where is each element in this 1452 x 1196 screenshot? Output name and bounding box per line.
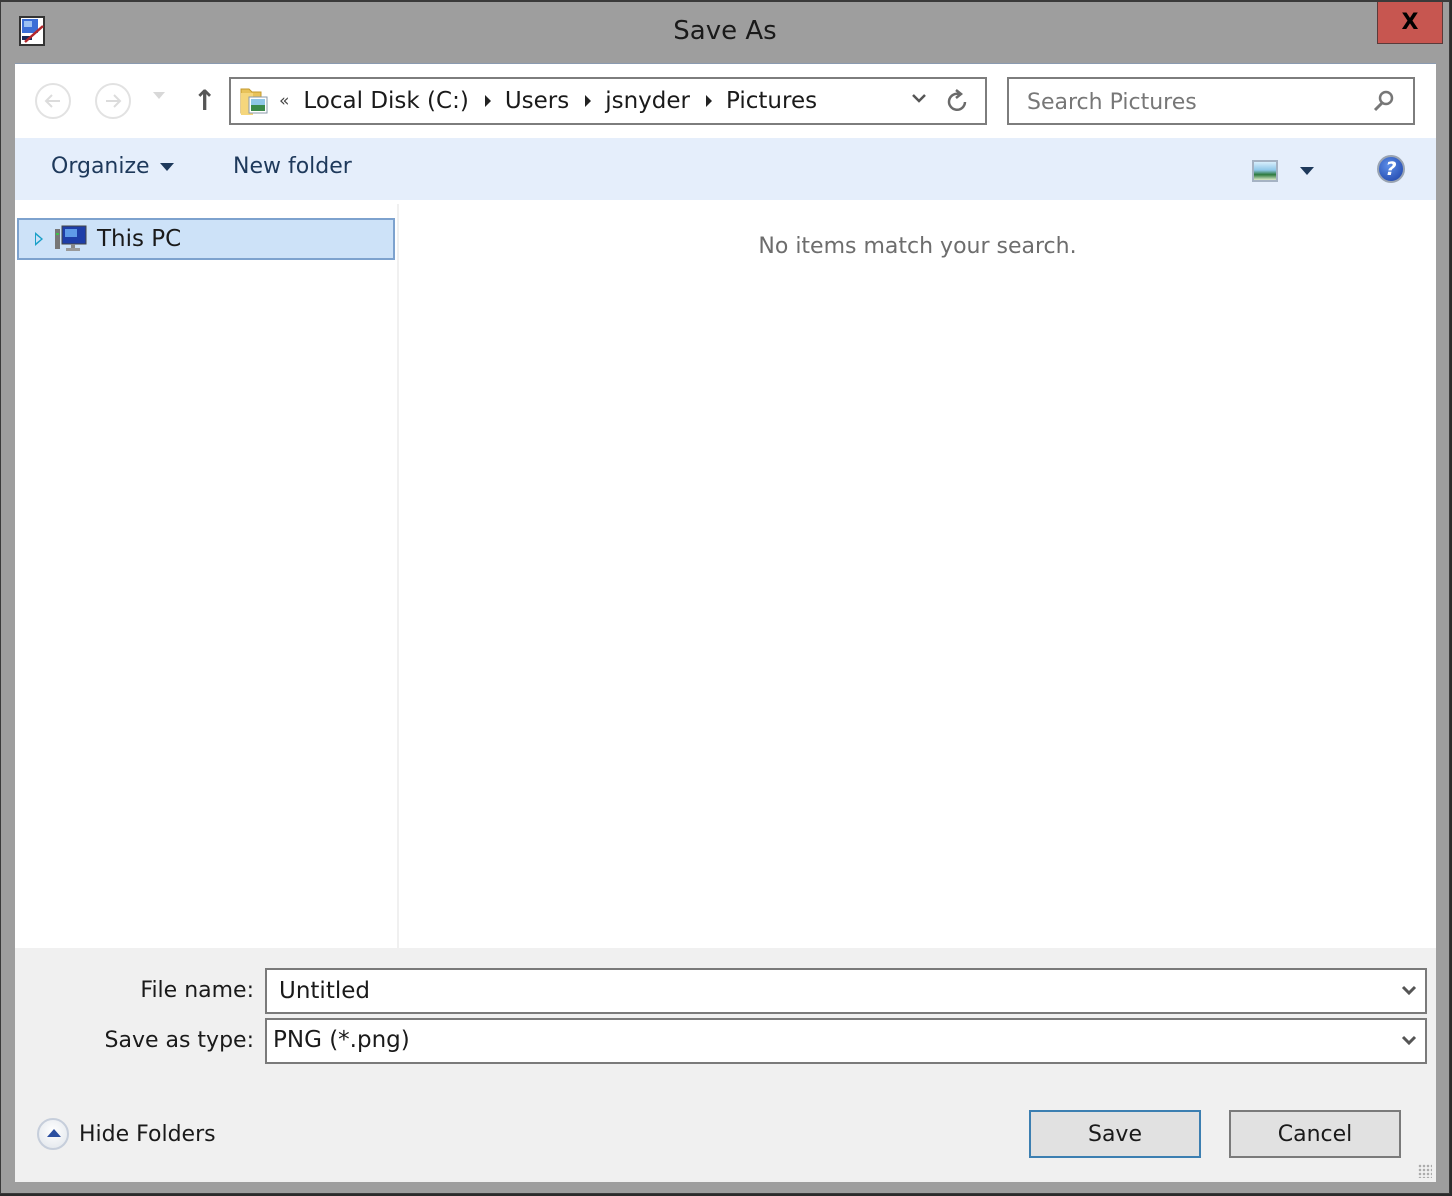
navigation-bar: ↑ « Local Disk (C:) Users jsnyder Pictur… <box>15 64 1436 138</box>
up-button[interactable]: ↑ <box>193 84 216 117</box>
save-type-value: PNG (*.png) <box>273 1027 410 1053</box>
back-arrow-icon <box>44 94 60 108</box>
help-icon[interactable]: ? <box>1377 155 1405 183</box>
tree-item-label: This PC <box>97 226 182 252</box>
hide-folders-label: Hide Folders <box>79 1121 216 1147</box>
view-options-dropdown-icon[interactable] <box>1300 167 1314 175</box>
search-box[interactable] <box>1007 77 1415 125</box>
forward-button[interactable] <box>95 83 131 119</box>
empty-results-message: No items match your search. <box>758 234 1077 259</box>
save-button[interactable]: Save <box>1029 1110 1201 1158</box>
pictures-folder-icon <box>240 88 268 115</box>
navigation-pane: This PC <box>15 200 397 948</box>
window-title: Save As <box>673 16 777 46</box>
file-name-combobox[interactable] <box>265 968 1427 1014</box>
dialog-client: ↑ « Local Disk (C:) Users jsnyder Pictur… <box>15 63 1436 1182</box>
search-input[interactable] <box>1025 87 1359 117</box>
change-view-icon[interactable] <box>1252 160 1278 182</box>
chevron-down-icon[interactable] <box>1401 982 1417 998</box>
search-icon[interactable] <box>1373 89 1395 113</box>
chevron-down-icon <box>159 162 174 171</box>
expand-arrow-icon[interactable] <box>35 232 43 246</box>
organize-menu-button[interactable]: Organize <box>51 154 174 179</box>
organize-label: Organize <box>51 154 150 179</box>
save-options-panel: File name: Save as type: PNG (*.png) Hid… <box>15 948 1436 1182</box>
file-name-input[interactable] <box>277 977 1381 1005</box>
new-folder-button[interactable]: New folder <box>233 154 352 179</box>
collapse-up-icon <box>37 1118 69 1150</box>
close-icon: X <box>1401 10 1419 35</box>
back-button[interactable] <box>35 83 71 119</box>
title-bar[interactable]: Save As X <box>1 2 1449 64</box>
refresh-icon[interactable] <box>945 88 971 116</box>
save-type-select[interactable]: PNG (*.png) <box>265 1018 1427 1064</box>
breadcrumb-separator-icon[interactable] <box>706 95 713 107</box>
resize-grip[interactable] <box>1418 1164 1432 1178</box>
breadcrumb-users[interactable]: Users <box>505 88 569 114</box>
save-type-label: Save as type: <box>104 1028 255 1053</box>
file-list-pane[interactable]: No items match your search. <box>399 200 1436 948</box>
chevron-down-icon[interactable] <box>1401 1032 1417 1048</box>
recent-locations-dropdown[interactable] <box>153 92 165 99</box>
tree-item-this-pc[interactable]: This PC <box>17 218 395 260</box>
hide-folders-button[interactable]: Hide Folders <box>37 1118 216 1150</box>
command-bar: Organize New folder ? <box>15 138 1436 200</box>
address-history-dropdown-icon[interactable] <box>911 90 927 106</box>
address-overflow-chevron[interactable]: « <box>279 91 289 111</box>
breadcrumb-separator-icon[interactable] <box>585 95 592 107</box>
file-name-label: File name: <box>140 978 254 1003</box>
save-as-dialog: Save As X ↑ « Local Disk (C:) Users jsny… <box>0 0 1450 1194</box>
breadcrumb-separator-icon[interactable] <box>484 95 491 107</box>
breadcrumb-local-disk[interactable]: Local Disk (C:) <box>303 88 468 114</box>
forward-arrow-icon <box>106 94 122 108</box>
breadcrumb-pictures[interactable]: Pictures <box>726 88 817 114</box>
close-button[interactable]: X <box>1377 2 1443 44</box>
computer-icon <box>55 225 87 251</box>
breadcrumb-jsnyder[interactable]: jsnyder <box>605 88 690 114</box>
address-bar[interactable]: « Local Disk (C:) Users jsnyder Pictures <box>229 77 987 125</box>
cancel-button[interactable]: Cancel <box>1229 1110 1401 1158</box>
